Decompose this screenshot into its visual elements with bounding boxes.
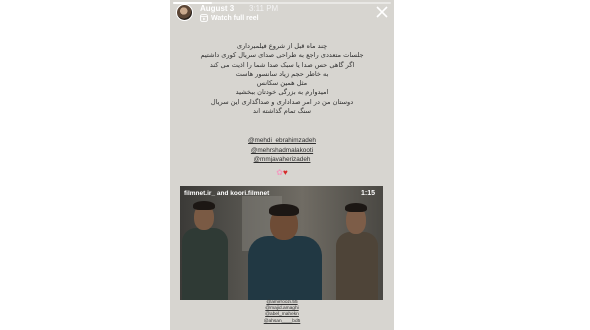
story-caption: چند ماه قبل از شروع فیلمبرداری جلسات متع… [184,42,380,116]
flower-icon: ✿ [276,168,283,177]
caption-line: جلسات متعددی راجع به طراحی صدای سریال کو… [200,51,364,60]
mention-link[interactable]: @mehrshadmalakooti [170,146,394,156]
reel-icon [200,14,208,22]
caption-line: امیدوارم به بزرگی خودتان ببخشید [235,88,329,97]
story-viewer: August 3 3:11 PM Watch full reel چند ماه… [170,0,394,330]
close-icon[interactable] [376,6,388,18]
caption-line: اگر گاهی حس صدا یا سبک صدا شما را اذیت م… [209,60,355,69]
story-header: August 3 3:11 PM Watch full reel [170,4,394,24]
mentions-list: @mehdi_ebrahimzadeh @mehrshadmalakooti @… [170,136,394,165]
caption-line: مثل همین سکانس [256,79,308,88]
video-watermark: filmnet.ir_ and koori.filmnet [184,190,270,197]
heart-icon: ♥ [282,168,288,177]
story-timestamp: 3:11 PM [249,4,279,13]
watch-full-reel-label: Watch full reel [211,14,259,22]
story-username[interactable]: August 3 [200,4,234,13]
person-left [180,186,235,300]
mention-link[interactable]: @mmjavaherizadeh [170,155,394,165]
video-duration: 1:15 [360,190,375,197]
credit-link[interactable]: @ahsan____bd5 [170,319,394,325]
caption-line: به خاطر حجم زیاد سانسور هاست [235,69,329,78]
caption-line: سنگ تمام گذاشته اند [252,107,312,116]
avatar[interactable] [176,4,193,21]
mention-link[interactable]: @mehdi_ebrahimzadeh [170,136,394,146]
caption-line: دوستان من در امر صداداری و صداگذاری این … [210,97,354,106]
person-center [240,186,330,300]
video-thumbnail[interactable]: filmnet.ir_ and koori.filmnet 1:15 [180,186,383,300]
watch-full-reel-link[interactable]: Watch full reel [200,14,259,22]
emoji-row: ✿♥ [170,168,394,177]
caption-line: چند ماه قبل از شروع فیلمبرداری [236,42,328,50]
credits-list: @amirroozi.55 @majid.amaghi @abel_mahekn… [170,300,394,325]
person-right [330,186,383,300]
